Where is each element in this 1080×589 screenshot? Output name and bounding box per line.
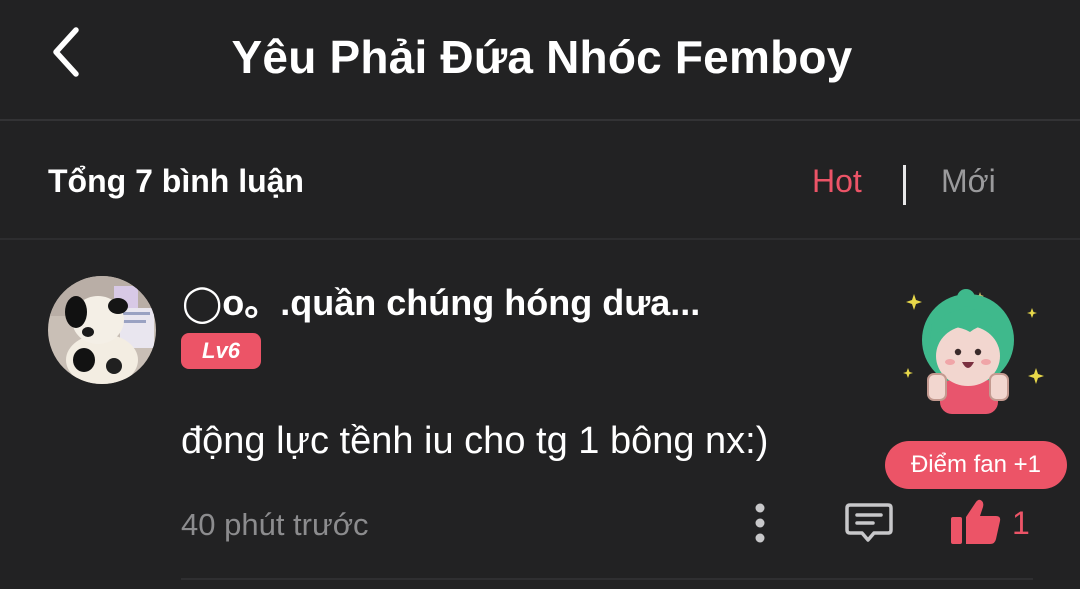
comments-page: Yêu Phải Đứa Nhóc Femboy Tổng 7 bình luậ… — [0, 0, 1080, 589]
sort-divider — [903, 165, 906, 205]
page-title: Yêu Phải Đứa Nhóc Femboy — [231, 31, 853, 83]
fan-sticker — [900, 280, 1060, 420]
user-avatar[interactable] — [48, 276, 156, 384]
comment-divider — [181, 578, 1033, 580]
fan-points-badge: Điểm fan +1 — [885, 441, 1067, 489]
sort-hot-tab[interactable]: Hot — [812, 163, 862, 200]
comment-timestamp: 40 phút trước — [181, 507, 369, 542]
level-badge: Lv6 — [181, 333, 261, 369]
comment-text: động lực tềnh iu cho tg 1 bông nx:) — [181, 420, 769, 462]
avatar-image — [48, 276, 156, 384]
more-options-button[interactable] — [746, 500, 774, 546]
top-bar: Yêu Phải Đứa Nhóc Femboy — [0, 0, 1080, 121]
reply-comment-icon — [845, 503, 893, 542]
more-vertical-icon — [755, 503, 765, 543]
comment-username[interactable]: ◯o。.quần chúng hóng dưa... — [182, 274, 700, 326]
comment-total-label: Tổng 7 bình luận — [48, 163, 304, 199]
thumbs-up-icon — [951, 499, 1001, 544]
sort-new-tab[interactable]: Mới — [941, 163, 996, 200]
comments-toolbar: Tổng 7 bình luận Hot Mới — [0, 121, 1080, 240]
like-count: 1 — [1012, 505, 1030, 541]
like-button[interactable] — [948, 497, 1004, 547]
reply-button[interactable] — [844, 500, 894, 546]
